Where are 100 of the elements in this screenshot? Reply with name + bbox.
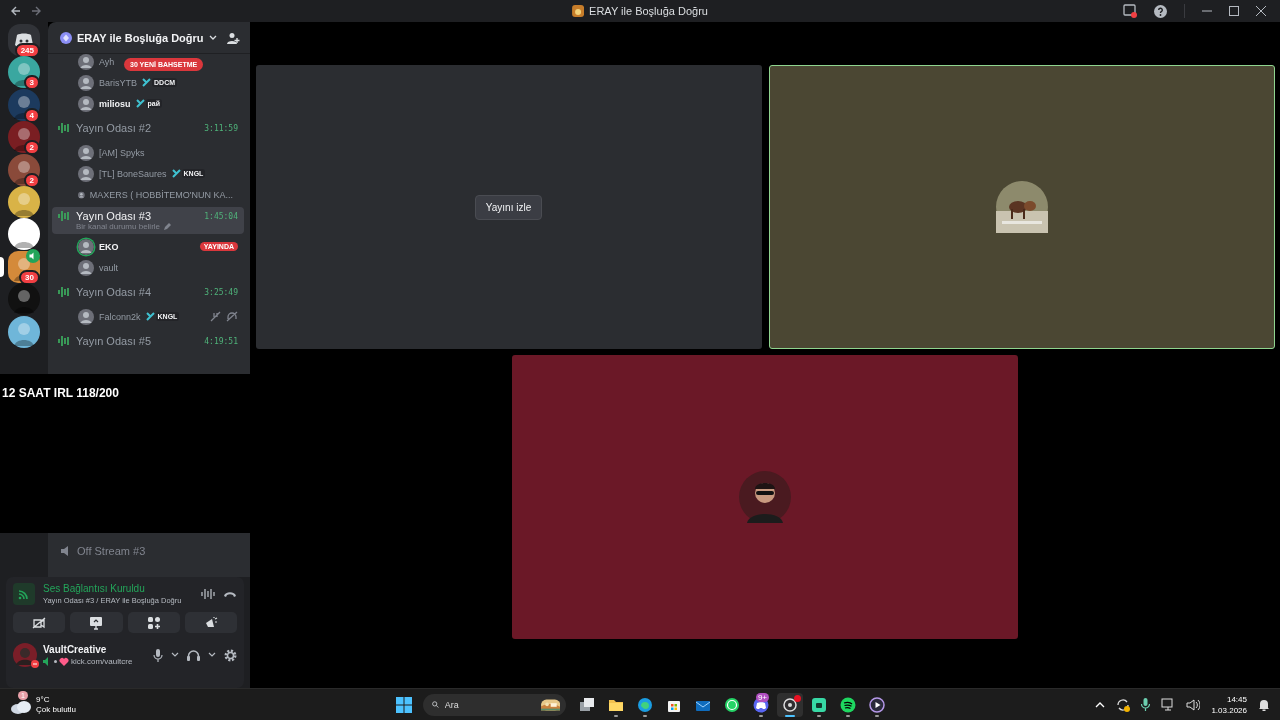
voice-channel[interactable]: Yayın Odası #2 3:11:59 [52,116,244,140]
chevron-up-icon[interactable] [1095,701,1106,708]
add-member-icon[interactable] [227,31,240,44]
running-indicator [759,714,763,717]
channel-name: Yayın Odası #3 [76,210,151,222]
music-icon [840,696,856,713]
soundboard-icon [203,615,218,630]
member-name: [AM] Spyks [99,147,145,158]
boost-icon [60,31,72,44]
camera-off-button[interactable] [13,612,66,633]
video-tile[interactable] [512,355,1018,639]
server-header[interactable]: ERAY ile Boşluğa Doğru [48,22,250,54]
speaker-icon [26,248,40,263]
window-title: ERAY ile Boşluğa Doğru [589,5,708,17]
soundboard-button[interactable] [184,612,237,633]
running-indicator [875,714,879,717]
call-timer: 1:45:04 [204,211,238,221]
tag-icon [135,99,145,108]
do-not-disturb-icon [31,660,39,668]
running-indicator [643,714,647,717]
search-field[interactable]: Ara [423,693,566,716]
video-tile[interactable]: Yayını izle [255,65,762,349]
voice-member[interactable]: [AM] Spyks [52,142,244,163]
sound-wave-icon [58,335,70,347]
close-icon[interactable] [1256,6,1266,16]
chevron-down-icon [208,34,217,41]
server-name[interactable]: ERAY ile Boşluğa Doğru [77,31,204,44]
network-icon[interactable] [1161,698,1176,711]
channel-name: Yayın Odası #5 [76,335,151,347]
sound-wave-icon [58,210,70,222]
windows-start-icon[interactable] [396,696,412,713]
microphone-icon[interactable] [1141,698,1151,711]
back-icon[interactable] [10,5,22,17]
member-name: MAXERS ( HOBBİTEMO'NUN KA... [89,189,233,200]
sound-wave-icon [58,286,70,298]
voice-member[interactable]: vault [52,257,244,278]
disconnect-icon[interactable] [223,589,237,599]
avatar [13,643,37,667]
search-input[interactable]: Ara [444,695,535,714]
server-icon[interactable] [8,218,40,251]
connection-status: Ses Bağlantısı Kuruldu [43,583,146,594]
settings-icon[interactable] [224,648,237,662]
browser-icon [637,696,653,713]
headphones-icon[interactable] [187,649,200,661]
custom-status: kick.com/vaultcre [71,657,133,666]
record-icon [782,696,798,713]
notification-bell-icon[interactable] [1258,698,1270,711]
microphone-icon[interactable] [153,648,163,662]
tag-icon [171,169,181,178]
task-view-icon [579,696,595,713]
maximize-icon[interactable] [1229,6,1239,16]
video-tile[interactable] [768,65,1275,349]
username: VaultCreative [43,644,108,655]
help-icon[interactable] [1154,4,1167,18]
activities-icon [146,615,161,630]
server-icon[interactable] [8,185,40,218]
server-icon[interactable] [8,315,40,348]
chevron-down-icon[interactable] [171,652,179,658]
server-icon [572,5,585,17]
activities-button[interactable] [127,612,180,633]
pencil-icon [163,222,172,231]
channel-name: Off Stream #3 [77,545,146,557]
clock[interactable]: 14:45 1.03.2026 [1211,693,1247,716]
member-name: [TL] BoneSaures [99,168,167,179]
chevron-down-icon[interactable] [208,652,216,658]
heart-icon [59,657,69,666]
notification-badge: 9+ [755,692,769,702]
call-timer: 3:11:59 [204,123,238,133]
forward-icon[interactable] [30,5,42,17]
member-name: Falconn2k [99,311,141,322]
sound-wave-icon [58,122,70,134]
running-indicator [614,714,618,717]
member-name: vault [99,262,118,273]
taskbar-app[interactable] [777,692,803,717]
running-indicator [846,714,850,717]
running-indicator [817,714,821,717]
call-timer: 3:25:49 [204,287,238,297]
channel-name: Yayın Odası #2 [76,122,151,134]
inbox-icon[interactable] [1123,4,1137,18]
search-icon [432,699,439,710]
noise-suppression-icon[interactable] [201,588,215,600]
member-name: Ayh [99,56,115,67]
channel-name: Yayın Odası #4 [76,286,151,298]
call-timer: 4:19:51 [204,336,238,346]
voice-member[interactable]: Ayh [52,54,126,72]
member-name: miliosu [99,98,131,109]
watch-stream-button[interactable]: Yayını izle [474,194,543,220]
overlay-text: 12 SAAT IRL 118/200 [2,386,119,400]
taskbar-app[interactable]: 9+ [753,692,769,717]
tag-icon [145,312,155,321]
volume-icon[interactable] [1186,698,1201,711]
voice-channel[interactable]: Yayın Odası #5 4:19:51 [52,329,244,353]
sync-icon[interactable] [1116,697,1131,712]
member-name: EKO [99,241,119,252]
screen-share-button[interactable] [70,612,123,633]
voice-member[interactable]: MAXERS ( HOBBİTEMO'NUN KA... [52,184,244,205]
dot-icon [54,660,57,663]
voice-channel[interactable]: Yayın Odası #4 3:25:49 [52,280,244,304]
box-icon [811,696,827,713]
chat-icon [724,696,740,713]
